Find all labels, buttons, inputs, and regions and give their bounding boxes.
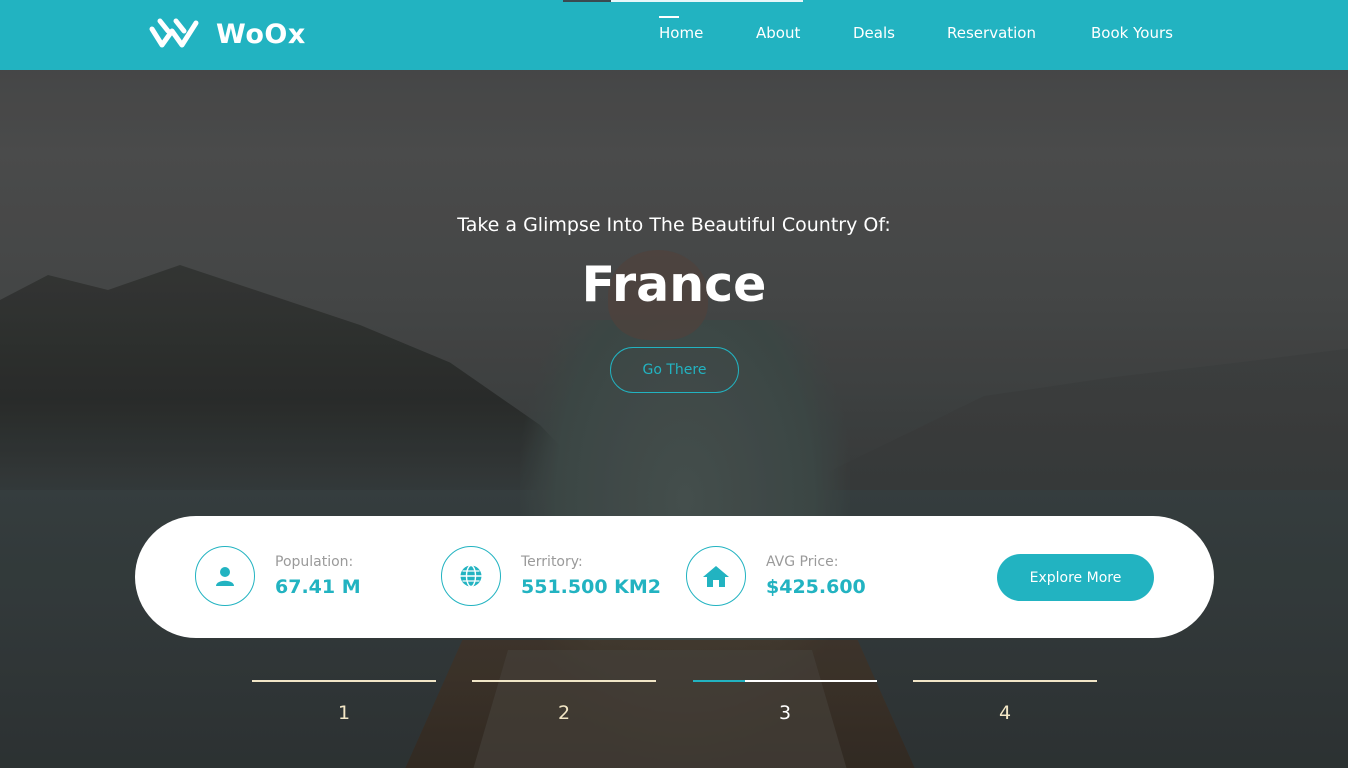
logo-w-icon [149, 18, 199, 48]
nav-item-deals[interactable]: Deals [853, 24, 895, 42]
pager-line [913, 680, 1097, 682]
go-there-button[interactable]: Go There [610, 347, 739, 393]
country-info-card: Population: 67.41 M Territory: 551.500 K… [135, 516, 1214, 638]
nav-item-book-yours[interactable]: Book Yours [1091, 24, 1173, 42]
globe-icon [441, 546, 501, 606]
stat-label: Territory: [521, 554, 583, 570]
stat-territory: Territory: 551.500 KM2 [441, 546, 661, 606]
slider-pager-item-4[interactable]: 4 [913, 680, 1097, 730]
stat-avg-price: AVG Price: $425.600 [686, 546, 866, 606]
pager-line [472, 680, 656, 682]
hero-subtitle: Take a Glimpse Into The Beautiful Countr… [457, 214, 891, 236]
home-icon [686, 546, 746, 606]
top-accent-bar [563, 0, 803, 2]
stat-label: AVG Price: [766, 554, 839, 570]
pager-number: 1 [337, 702, 351, 724]
stat-value: $425.600 [766, 576, 866, 598]
site-header: WoOx Home About Deals Reservation Book Y… [0, 0, 1348, 70]
stat-label: Population: [275, 554, 354, 570]
pager-number: 3 [778, 702, 792, 724]
stat-value: 551.500 KM2 [521, 576, 662, 598]
pager-number: 4 [998, 702, 1012, 724]
slider-pager-item-1[interactable]: 1 [252, 680, 436, 730]
explore-more-button[interactable]: Explore More [997, 554, 1154, 601]
slider-pager-item-2[interactable]: 2 [472, 680, 656, 730]
slider-pager-item-3[interactable]: 3 [693, 680, 877, 730]
pager-progress-bar [693, 680, 745, 682]
nav-item-home[interactable]: Home [659, 24, 703, 42]
pager-number: 2 [557, 702, 571, 724]
stat-population: Population: 67.41 M [195, 546, 361, 606]
pager-line [252, 680, 436, 682]
user-icon [195, 546, 255, 606]
nav-active-indicator [659, 16, 679, 18]
nav-item-about[interactable]: About [756, 24, 800, 42]
stat-value: 67.41 M [275, 576, 361, 598]
site-logo[interactable]: WoOx [148, 14, 306, 54]
logo-text: WoOx [216, 18, 306, 50]
hero-title: France [581, 256, 767, 313]
nav-item-reservation[interactable]: Reservation [947, 24, 1036, 42]
